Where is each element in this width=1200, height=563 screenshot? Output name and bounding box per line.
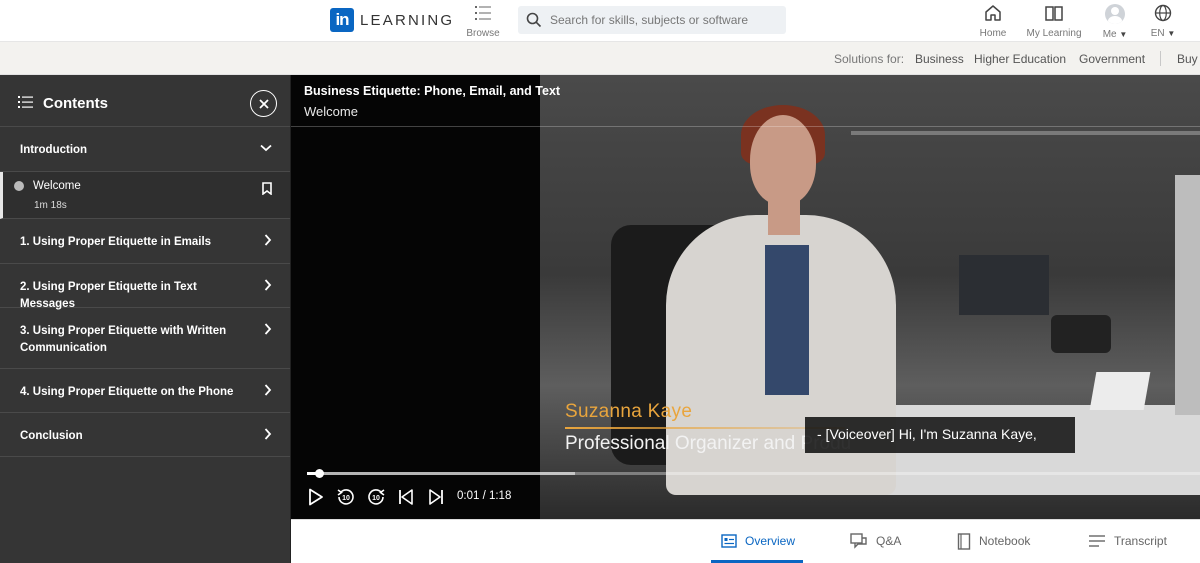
chevron-right-icon: [264, 323, 272, 335]
section-chapter-2[interactable]: 2. Using Proper Etiquette in Text Messag…: [0, 264, 290, 310]
video-title: Welcome: [304, 104, 358, 119]
section-chapter-1[interactable]: 1. Using Proper Etiquette in Emails: [0, 219, 290, 264]
video-scene-phone: [1051, 315, 1111, 353]
presenter-top: [765, 245, 809, 395]
next-icon[interactable]: [428, 488, 444, 506]
progress-handle[interactable]: [314, 469, 324, 478]
lesson-title: Welcome: [33, 180, 81, 192]
tab-notebook-label: Notebook: [979, 534, 1031, 548]
presenter-face: [750, 115, 816, 205]
tab-transcript[interactable]: Transcript: [1088, 531, 1167, 551]
tab-notebook[interactable]: Notebook: [957, 531, 1030, 551]
nav-me-label: Me ▼: [1102, 29, 1128, 40]
chevron-right-icon: [264, 428, 272, 440]
contents-sidebar: Contents Introduction Welcome 1m 18s 1. …: [0, 75, 291, 563]
browse-list-icon: [475, 6, 491, 20]
play-icon[interactable]: [308, 488, 324, 506]
sidebar-header: Contents: [0, 75, 290, 127]
chevron-right-icon: [264, 234, 272, 246]
section-label: 3. Using Proper Etiquette with Written C…: [20, 325, 227, 354]
section-chapter-3[interactable]: 3. Using Proper Etiquette with Written C…: [0, 308, 290, 369]
linkedin-logo-mark: in: [330, 8, 354, 32]
rewind-10-icon[interactable]: 10: [337, 488, 355, 506]
forward-10-icon[interactable]: 10: [367, 488, 385, 506]
closed-caption: - [Voiceover] Hi, I'm Suzanna Kaye,: [805, 417, 1075, 453]
section-label: Introduction: [20, 144, 88, 156]
contents-list-icon: [18, 96, 33, 108]
chevron-right-icon: [264, 384, 272, 396]
divider: [1160, 51, 1161, 66]
section-introduction[interactable]: Introduction: [0, 127, 290, 172]
svg-text:10: 10: [372, 495, 380, 502]
close-sidebar-button[interactable]: [250, 90, 277, 117]
sidebar-title: Contents: [43, 95, 108, 112]
progress-bar[interactable]: [307, 469, 1200, 478]
overview-icon: [721, 534, 737, 548]
section-conclusion[interactable]: Conclusion: [0, 413, 290, 457]
solutions-label: Solutions for:: [834, 52, 905, 66]
logo-text: LEARNING: [360, 11, 455, 29]
search-input[interactable]: [550, 13, 780, 27]
progress-buffered: [307, 472, 575, 475]
content-tabs: Overview Q&A Notebook Transcript: [291, 519, 1200, 563]
nav-me[interactable]: Me ▼: [1098, 3, 1132, 42]
video-scene-monitor: [1175, 175, 1200, 415]
caret-down-icon: ▼: [1167, 29, 1176, 38]
notebook-icon: [957, 532, 971, 550]
section-label: 4. Using Proper Etiquette on the Phone: [20, 386, 234, 398]
top-header: in LEARNING Browse Home My Learning Me ▼: [0, 0, 1200, 42]
nav-language[interactable]: EN ▼: [1146, 3, 1180, 41]
qa-chat-icon: [850, 533, 867, 549]
nav-language-label: EN ▼: [1150, 28, 1176, 39]
lesson-duration: 1m 18s: [34, 200, 67, 211]
tab-transcript-label: Transcript: [1114, 534, 1167, 548]
lower-third-line: [565, 427, 845, 429]
search-bar[interactable]: [518, 6, 786, 34]
time-display: 0:01 / 1:18: [457, 490, 512, 502]
tab-qa-label: Q&A: [876, 534, 902, 548]
lower-third-name: Suzanna Kaye: [565, 401, 693, 422]
solutions-link-government[interactable]: Government: [1079, 52, 1145, 66]
lesson-item-welcome[interactable]: Welcome 1m 18s: [0, 172, 290, 219]
nav-home-label: Home: [979, 28, 1007, 39]
section-label: 1. Using Proper Etiquette in Emails: [20, 236, 212, 248]
caret-down-icon: ▼: [1119, 30, 1128, 39]
close-icon: [258, 98, 269, 109]
lesson-status-dot: [14, 181, 24, 191]
video-header: Business Etiquette: Phone, Email, and Te…: [291, 75, 1200, 127]
avatar: [1105, 4, 1125, 24]
home-icon: [985, 5, 1001, 21]
bookmark-icon[interactable]: [262, 182, 272, 195]
search-icon: [526, 12, 542, 28]
tab-qa[interactable]: Q&A: [850, 531, 901, 551]
solutions-link-buy[interactable]: Buy: [1177, 52, 1198, 66]
nav-my-learning-label: My Learning: [1026, 28, 1082, 39]
browse-button[interactable]: Browse: [464, 3, 502, 41]
section-label: Conclusion: [20, 430, 83, 442]
solutions-link-business[interactable]: Business: [915, 52, 964, 66]
nav-my-learning[interactable]: My Learning: [1024, 3, 1084, 41]
solutions-bar: Solutions for: Business Higher Education…: [0, 42, 1200, 75]
section-chapter-4[interactable]: 4. Using Proper Etiquette on the Phone: [0, 369, 290, 413]
svg-text:10: 10: [342, 495, 350, 502]
book-icon: [1045, 6, 1063, 21]
globe-icon: [1154, 4, 1172, 22]
video-scene-binder: [959, 255, 1049, 315]
tab-overview-label: Overview: [745, 534, 796, 548]
course-title: Business Etiquette: Phone, Email, and Te…: [304, 84, 561, 98]
nav-home[interactable]: Home: [978, 3, 1008, 41]
chevron-right-icon: [264, 279, 272, 291]
chevron-down-icon: [260, 144, 272, 152]
browse-label: Browse: [466, 28, 500, 39]
transcript-icon: [1089, 535, 1105, 547]
video-scene-keyboard: [1089, 372, 1151, 410]
video-player[interactable]: Business Etiquette: Phone, Email, and Te…: [291, 75, 1200, 519]
previous-icon[interactable]: [398, 488, 414, 506]
linkedin-learning-logo[interactable]: in LEARNING: [330, 8, 454, 32]
solutions-link-higher-education[interactable]: Higher Education: [974, 52, 1066, 66]
tab-overview[interactable]: Overview: [721, 531, 795, 551]
video-scene-shelf: [851, 131, 1200, 135]
